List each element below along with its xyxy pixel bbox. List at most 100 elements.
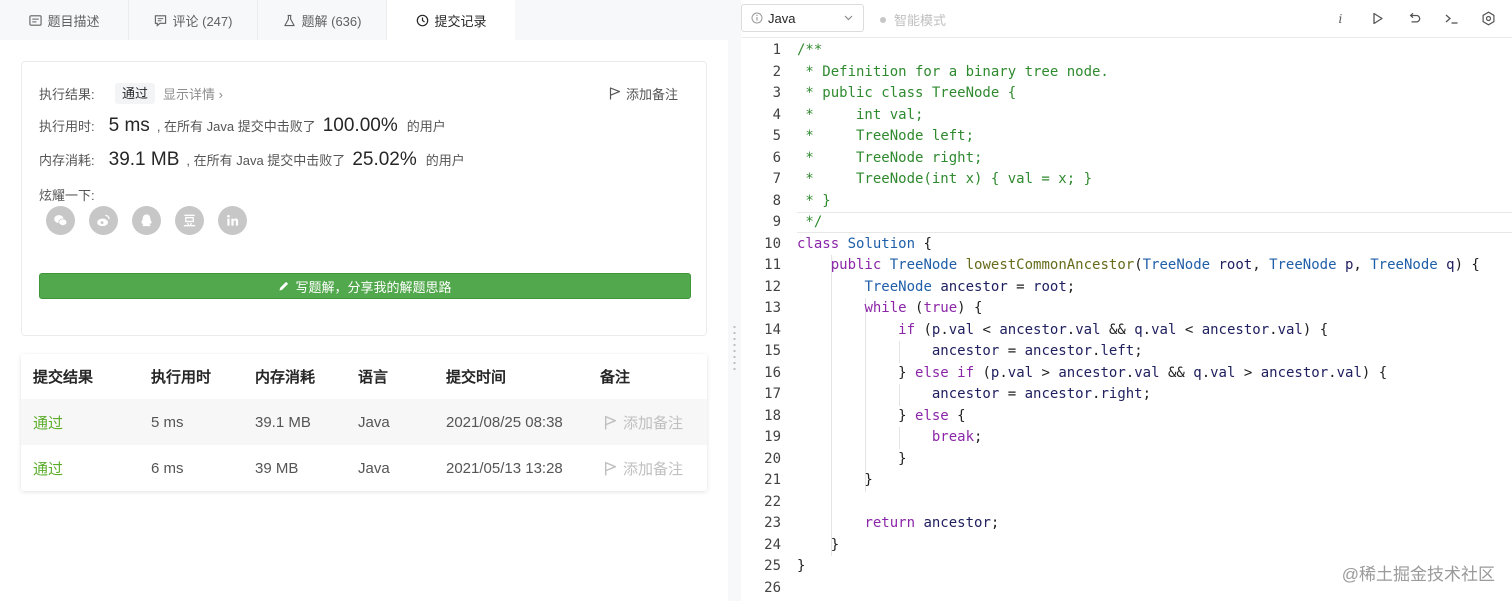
code-line[interactable]: ancestor = ancestor.left; bbox=[797, 341, 1143, 363]
info-icon[interactable]: i bbox=[1331, 9, 1350, 28]
status-badge: 通过 bbox=[115, 83, 156, 104]
row-language: Java bbox=[358, 459, 390, 477]
code-line[interactable]: public TreeNode lowestCommonAncestor(Tre… bbox=[797, 255, 1480, 277]
line-number-gutter: 1 2 3 4 5 6 7 8 9 10 11 12 13 14 15 16 17 18 19 20 21 22 23 24 2… bbox=[741, 38, 787, 601]
code-line[interactable]: } bbox=[797, 449, 906, 471]
table-row[interactable]: 通过 5 ms 39.1 MB Java 2021/08/25 08:38 添加… bbox=[21, 399, 707, 445]
line-number: 10 bbox=[764, 235, 781, 252]
add-note-button[interactable]: 添加备注 bbox=[609, 84, 678, 103]
line-number: 24 bbox=[764, 536, 781, 553]
write-solution-button[interactable]: 写题解，分享我的解题思路 bbox=[39, 273, 691, 299]
code-line[interactable]: */ bbox=[797, 212, 822, 234]
line-number: 21 bbox=[764, 472, 781, 488]
line-number: 6 bbox=[772, 149, 781, 166]
wechat-icon[interactable] bbox=[46, 206, 75, 235]
row-add-note-button[interactable]: 添加备注 bbox=[604, 445, 683, 491]
current-line-highlight bbox=[797, 212, 1512, 233]
code-line[interactable]: } bbox=[797, 535, 839, 557]
row-add-note-button[interactable]: 添加备注 bbox=[604, 399, 683, 445]
code-line[interactable]: * TreeNode right; bbox=[797, 148, 982, 170]
flag-icon bbox=[609, 87, 621, 100]
weibo-icon[interactable] bbox=[89, 206, 118, 235]
code-line[interactable]: /** bbox=[797, 40, 822, 62]
tab-solutions[interactable]: 题解 (636) bbox=[258, 0, 387, 40]
code-line[interactable]: * int val; bbox=[797, 105, 923, 127]
pencil-icon bbox=[279, 281, 289, 291]
line-number: 19 bbox=[764, 429, 781, 445]
left-pane: 题目描述 评论 (247) 题解 (636) 提交记录 执行结果: 通过 显示详… bbox=[0, 0, 728, 601]
reset-icon[interactable] bbox=[1405, 9, 1424, 28]
code-line[interactable]: * } bbox=[797, 191, 830, 213]
code-area[interactable]: /** * Definition for a binary tree node.… bbox=[797, 38, 1512, 601]
tab-submissions[interactable]: 提交记录 bbox=[387, 0, 515, 40]
table-header: 提交结果 执行用时 内存消耗 语言 提交时间 备注 bbox=[21, 354, 707, 398]
drag-handle-icon[interactable] bbox=[733, 324, 736, 374]
runtime-label: 执行用时: bbox=[39, 119, 95, 134]
code-line[interactable]: if (p.val < ancestor.val && q.val < ance… bbox=[797, 320, 1328, 342]
tab-comments-label: 评论 (247) bbox=[172, 13, 233, 29]
code-line[interactable]: * TreeNode(int x) { val = x; } bbox=[797, 169, 1092, 191]
result-label: 执行结果: bbox=[39, 87, 95, 102]
line-number: 26 bbox=[764, 579, 781, 596]
console-icon[interactable] bbox=[1442, 9, 1461, 28]
line-number: 12 bbox=[764, 278, 781, 295]
code-line[interactable]: } bbox=[797, 470, 872, 492]
row-status[interactable]: 通过 bbox=[33, 399, 63, 445]
code-line[interactable]: * Definition for a binary tree node. bbox=[797, 62, 1108, 84]
submission-panel: 执行结果: 通过 显示详情 › 添加备注 执行用时: 5 ms , 在所有 Ja… bbox=[0, 40, 728, 601]
submissions-table: 提交结果 执行用时 内存消耗 语言 提交时间 备注 通过 5 ms 39.1 M… bbox=[21, 354, 707, 491]
row-memory: 39.1 MB bbox=[255, 413, 311, 431]
settings-icon[interactable] bbox=[1479, 9, 1498, 28]
row-submitted: 2021/08/25 08:38 bbox=[446, 413, 563, 431]
line-number: 7 bbox=[772, 171, 781, 187]
tab-solutions-label: 题解 (636) bbox=[301, 13, 362, 29]
description-icon bbox=[28, 13, 42, 27]
qq-icon[interactable] bbox=[132, 206, 161, 235]
toolbar-icons: i bbox=[1331, 9, 1498, 28]
code-line[interactable]: } else if (p.val > ancestor.val && q.val… bbox=[797, 363, 1387, 385]
tab-description-label: 题目描述 bbox=[47, 13, 100, 29]
clock-icon bbox=[415, 13, 429, 27]
code-line[interactable]: * TreeNode left; bbox=[797, 126, 974, 148]
code-line[interactable]: class Solution { bbox=[797, 234, 932, 256]
code-line[interactable]: ancestor = ancestor.right; bbox=[797, 384, 1151, 406]
code-line[interactable]: } bbox=[797, 556, 805, 578]
chevron-down-icon bbox=[844, 15, 853, 21]
table-row[interactable]: 通过 6 ms 39 MB Java 2021/05/13 13:28 添加备注 bbox=[21, 445, 707, 491]
pane-splitter[interactable] bbox=[728, 0, 741, 601]
code-line[interactable]: return ancestor; bbox=[797, 513, 999, 535]
language-select-value: Java bbox=[768, 10, 796, 26]
smart-mode-toggle[interactable]: 智能模式 bbox=[880, 10, 946, 29]
row-language: Java bbox=[358, 413, 390, 431]
row-add-note-label: 添加备注 bbox=[623, 460, 684, 478]
linkedin-icon[interactable] bbox=[218, 206, 247, 235]
code-editor[interactable]: 1 2 3 4 5 6 7 8 9 10 11 12 13 14 15 16 17 18 19 20 21 22 23 24 2… bbox=[741, 37, 1512, 601]
line-number: 14 bbox=[764, 321, 781, 338]
douban-icon[interactable] bbox=[175, 206, 204, 235]
code-line[interactable]: TreeNode ancestor = root; bbox=[797, 277, 1075, 299]
line-number: 25 bbox=[764, 558, 781, 574]
language-select[interactable]: Java bbox=[741, 4, 864, 32]
editor-pane: Java 智能模式 i 1 2 3 4 5 6 7 8 9 10 11 12 13 1 bbox=[741, 0, 1512, 601]
row-submitted: 2021/05/13 13:28 bbox=[446, 459, 563, 477]
row-add-note-label: 添加备注 bbox=[623, 414, 684, 432]
line-number: 9 bbox=[772, 214, 781, 230]
run-icon[interactable] bbox=[1368, 9, 1387, 28]
code-line[interactable]: * public class TreeNode { bbox=[797, 83, 1016, 105]
tab-description[interactable]: 题目描述 bbox=[0, 0, 129, 40]
memory-value: 39.1 MB bbox=[108, 149, 180, 170]
editor-toolbar: Java 智能模式 i bbox=[741, 0, 1512, 37]
tab-submissions-label: 提交记录 bbox=[434, 13, 487, 29]
code-line[interactable]: } else { bbox=[797, 406, 965, 428]
flag-icon bbox=[604, 461, 617, 475]
show-details-link[interactable]: 显示详情 › bbox=[163, 84, 223, 103]
comment-icon bbox=[154, 13, 168, 27]
row-status[interactable]: 通过 bbox=[33, 445, 63, 491]
line-number: 17 bbox=[764, 386, 781, 402]
line-number: 8 bbox=[772, 192, 781, 209]
tab-comments[interactable]: 评论 (247) bbox=[129, 0, 258, 40]
row-runtime: 6 ms bbox=[151, 459, 184, 477]
code-line[interactable]: while (true) { bbox=[797, 298, 982, 320]
flag-icon bbox=[604, 415, 617, 429]
code-line[interactable]: break; bbox=[797, 427, 983, 449]
